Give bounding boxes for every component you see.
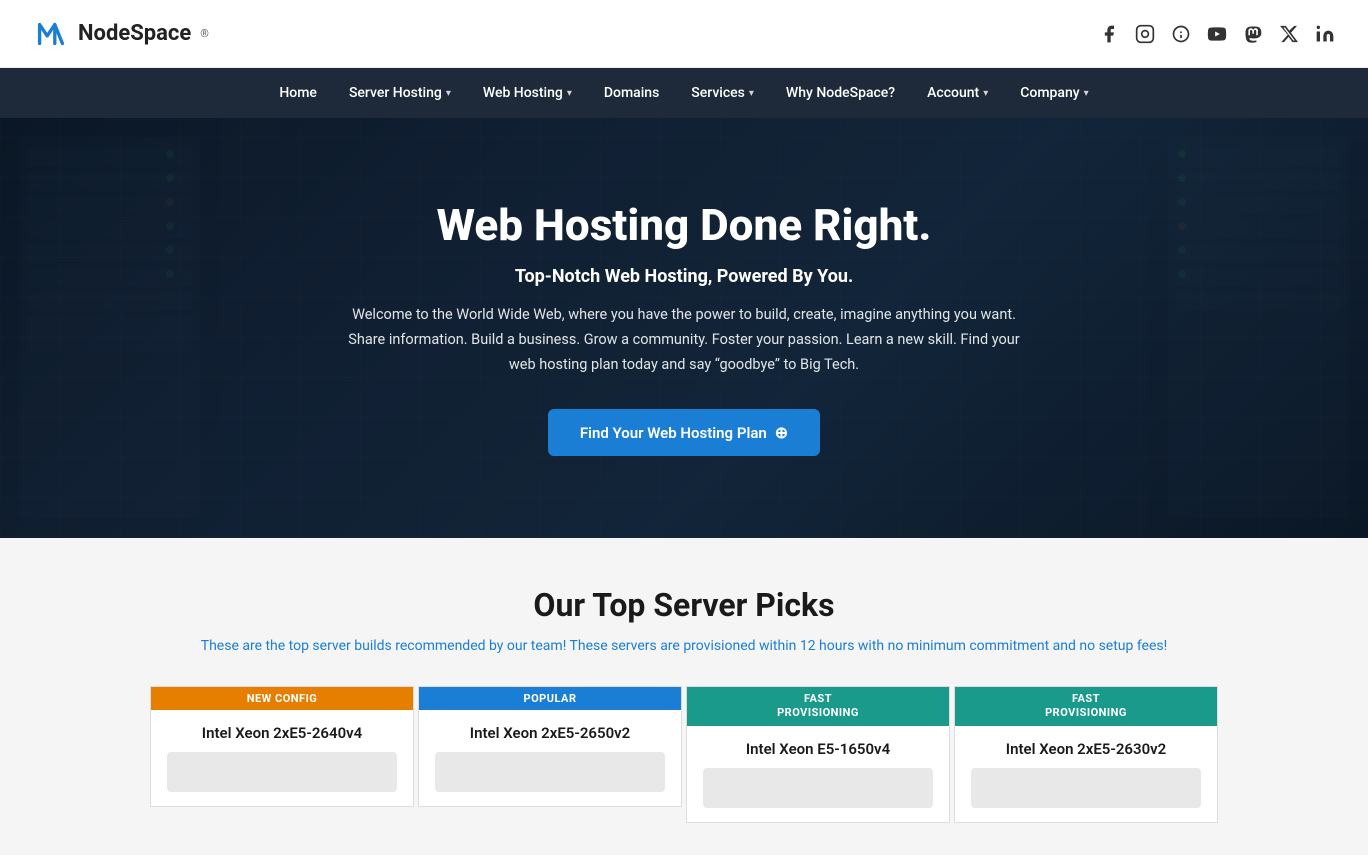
- youtube-icon[interactable]: [1206, 23, 1228, 45]
- threads-icon[interactable]: [1170, 23, 1192, 45]
- arrow-circle-icon: ⊕: [775, 423, 788, 442]
- nav-arrow: ▾: [749, 88, 754, 99]
- nav-account[interactable]: Account ▾: [913, 68, 1002, 118]
- nav-arrow: ▾: [446, 88, 451, 99]
- hero-cta-label: Find Your Web Hosting Plan: [580, 424, 767, 442]
- nav-arrow: ▾: [983, 88, 988, 99]
- hero-content: Web Hosting Done Right. Top-Notch Web Ho…: [314, 200, 1054, 457]
- nav-arrow: ▾: [1084, 88, 1089, 99]
- instagram-icon[interactable]: [1134, 23, 1156, 45]
- nav-domains[interactable]: Domains: [590, 68, 673, 118]
- server-card-2[interactable]: FASTPROVISIONING Intel Xeon E5-1650v4: [686, 686, 950, 823]
- card-badge-2: FASTPROVISIONING: [687, 687, 949, 726]
- card-placeholder-0: [167, 752, 397, 792]
- server-card-0[interactable]: NEW CONFIG Intel Xeon 2xE5-2640v4: [150, 686, 414, 807]
- nav-services[interactable]: Services ▾: [677, 68, 768, 118]
- social-icons-bar: [1098, 23, 1336, 45]
- hero-cta-button[interactable]: Find Your Web Hosting Plan ⊕: [548, 409, 820, 456]
- top-bar: NodeSpace ®: [0, 0, 1368, 68]
- logo[interactable]: NodeSpace ®: [32, 15, 209, 53]
- card-placeholder-2: [703, 768, 933, 808]
- card-cpu-1: Intel Xeon 2xE5-2650v2: [435, 724, 665, 742]
- card-placeholder-3: [971, 768, 1201, 808]
- hero-description: Welcome to the World Wide Web, where you…: [334, 303, 1034, 377]
- card-placeholder-1: [435, 752, 665, 792]
- mastodon-icon[interactable]: [1242, 23, 1264, 45]
- nav-company[interactable]: Company ▾: [1006, 68, 1102, 118]
- linkedin-icon[interactable]: [1314, 23, 1336, 45]
- server-picks-section: Our Top Server Picks These are the top s…: [0, 538, 1368, 855]
- card-cpu-3: Intel Xeon 2xE5-2630v2: [971, 740, 1201, 758]
- hero-section: Web Hosting Done Right. Top-Notch Web Ho…: [0, 118, 1368, 538]
- server-card-3[interactable]: FASTPROVISIONING Intel Xeon 2xE5-2630v2: [954, 686, 1218, 823]
- card-cpu-0: Intel Xeon 2xE5-2640v4: [167, 724, 397, 742]
- nav-home[interactable]: Home: [265, 68, 331, 118]
- card-badge-1: POPULAR: [419, 687, 681, 710]
- logo-text: NodeSpace: [78, 21, 191, 46]
- nav-arrow: ▾: [567, 88, 572, 99]
- main-nav: Home Server Hosting ▾ Web Hosting ▾ Doma…: [0, 68, 1368, 118]
- nav-web-hosting[interactable]: Web Hosting ▾: [469, 68, 586, 118]
- card-badge-3: FASTPROVISIONING: [955, 687, 1217, 726]
- nav-why-nodespace[interactable]: Why NodeSpace?: [772, 68, 909, 118]
- logo-trademark: ®: [200, 27, 209, 40]
- logo-icon: [32, 15, 70, 53]
- card-badge-0: NEW CONFIG: [151, 687, 413, 710]
- picks-subtitle: These are the top server builds recommen…: [24, 638, 1344, 654]
- hero-title: Web Hosting Done Right.: [334, 200, 1034, 251]
- card-cpu-2: Intel Xeon E5-1650v4: [703, 740, 933, 758]
- hero-subtitle: Top-Notch Web Hosting, Powered By You.: [334, 266, 1034, 287]
- server-card-1[interactable]: POPULAR Intel Xeon 2xE5-2650v2: [418, 686, 682, 807]
- picks-title: Our Top Server Picks: [24, 586, 1344, 624]
- x-twitter-icon[interactable]: [1278, 23, 1300, 45]
- server-cards-row: NEW CONFIG Intel Xeon 2xE5-2640v4 POPULA…: [24, 686, 1344, 823]
- nav-server-hosting[interactable]: Server Hosting ▾: [335, 68, 465, 118]
- facebook-icon[interactable]: [1098, 23, 1120, 45]
